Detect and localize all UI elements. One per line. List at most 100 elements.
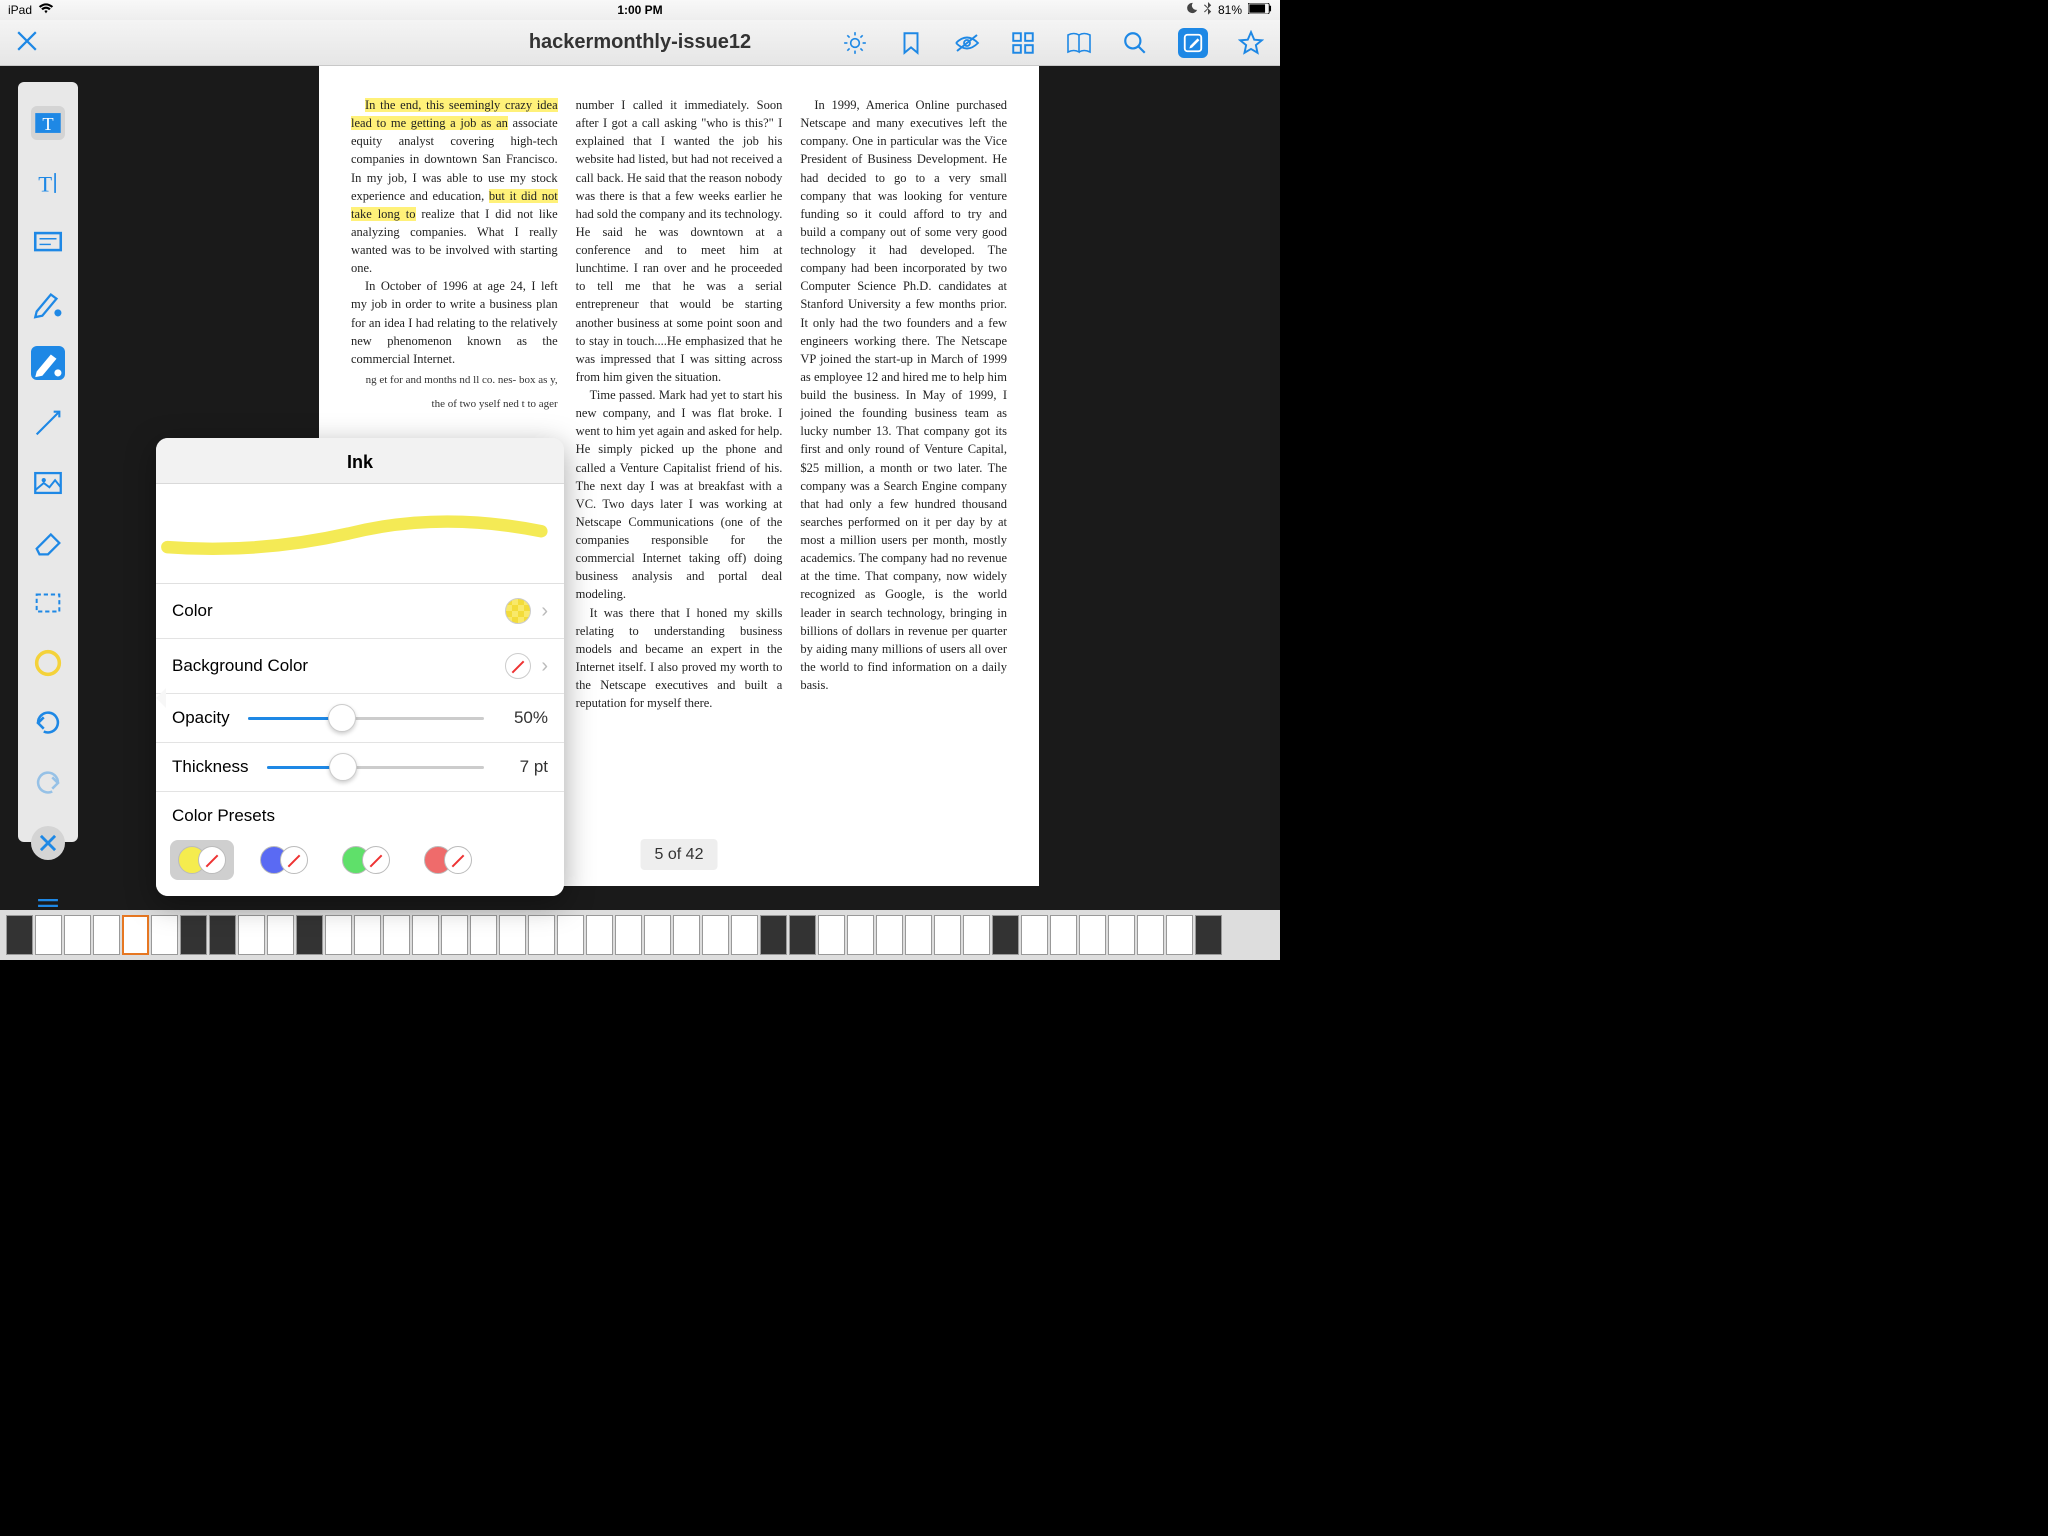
image-tool[interactable] xyxy=(31,466,65,500)
color-tool[interactable] xyxy=(31,646,65,680)
eraser-tool[interactable] xyxy=(31,526,65,560)
selection-tool[interactable] xyxy=(31,586,65,620)
page-thumb[interactable] xyxy=(1079,915,1106,955)
wifi-icon xyxy=(38,3,54,17)
page-thumb[interactable] xyxy=(1021,915,1048,955)
page-thumb[interactable] xyxy=(412,915,439,955)
page-thumb[interactable] xyxy=(180,915,207,955)
presets-label: Color Presets xyxy=(156,792,564,834)
device-label: iPad xyxy=(8,3,32,17)
opacity-value: 50% xyxy=(502,708,548,728)
color-row[interactable]: Color › xyxy=(156,584,564,639)
page-thumb[interactable] xyxy=(1166,915,1193,955)
undo-button[interactable] xyxy=(31,706,65,740)
ink-popover-title: Ink xyxy=(156,438,564,484)
preset-red[interactable] xyxy=(416,840,480,880)
book-icon[interactable] xyxy=(1066,30,1092,56)
page-thumb[interactable] xyxy=(557,915,584,955)
page-thumb[interactable] xyxy=(209,915,236,955)
page-thumb[interactable] xyxy=(6,915,33,955)
page-thumb[interactable] xyxy=(1050,915,1077,955)
page-thumb[interactable] xyxy=(151,915,178,955)
dnd-icon xyxy=(1186,2,1198,17)
page-thumb[interactable] xyxy=(441,915,468,955)
page-thumb[interactable] xyxy=(1137,915,1164,955)
document-title: hackermonthly-issue12 xyxy=(529,31,751,54)
grid-icon[interactable] xyxy=(1010,30,1036,56)
ink-tool[interactable] xyxy=(31,346,65,380)
preset-blue[interactable] xyxy=(252,840,316,880)
close-button[interactable] xyxy=(16,27,38,59)
line-tool[interactable] xyxy=(31,406,65,440)
color-label: Color xyxy=(172,601,213,621)
page-thumb[interactable] xyxy=(963,915,990,955)
thumbnail-strip[interactable] xyxy=(0,910,1280,960)
page-thumb[interactable] xyxy=(934,915,961,955)
battery-icon xyxy=(1248,3,1272,17)
page-thumb[interactable] xyxy=(354,915,381,955)
page-thumb[interactable] xyxy=(847,915,874,955)
page-thumb[interactable] xyxy=(267,915,294,955)
page-thumb[interactable] xyxy=(1108,915,1135,955)
page-thumb-current[interactable] xyxy=(122,915,149,955)
column-3: In 1999, America Online purchased Netsca… xyxy=(800,96,1007,856)
bgcolor-swatch xyxy=(505,653,531,679)
page-thumb[interactable] xyxy=(470,915,497,955)
color-swatch xyxy=(505,598,531,624)
thickness-value: 7 pt xyxy=(502,757,548,777)
ink-popover: Ink Color › Background Color › Opacity xyxy=(156,438,564,896)
thickness-slider[interactable] xyxy=(267,766,484,769)
page-thumb[interactable] xyxy=(615,915,642,955)
bgcolor-label: Background Color xyxy=(172,656,308,676)
page-thumb[interactable] xyxy=(992,915,1019,955)
note-tool[interactable] xyxy=(31,226,65,260)
page-thumb[interactable] xyxy=(818,915,845,955)
page-thumb[interactable] xyxy=(64,915,91,955)
page-thumb[interactable] xyxy=(528,915,555,955)
page-thumb[interactable] xyxy=(93,915,120,955)
thickness-label: Thickness xyxy=(172,757,249,777)
page-thumb[interactable] xyxy=(731,915,758,955)
background-color-row[interactable]: Background Color › xyxy=(156,639,564,694)
page-thumb[interactable] xyxy=(296,915,323,955)
top-toolbar: hackermonthly-issue12 xyxy=(0,20,1280,66)
eye-off-icon[interactable] xyxy=(954,30,980,56)
preset-green[interactable] xyxy=(334,840,398,880)
page-thumb[interactable] xyxy=(760,915,787,955)
star-icon[interactable] xyxy=(1238,30,1264,56)
page-thumb[interactable] xyxy=(702,915,729,955)
opacity-label: Opacity xyxy=(172,708,230,728)
main-area: T T xyxy=(0,66,1280,910)
annotation-toolbar: T T xyxy=(18,82,78,842)
brightness-icon[interactable] xyxy=(842,30,868,56)
page-thumb[interactable] xyxy=(383,915,410,955)
page-thumb[interactable] xyxy=(238,915,265,955)
text-box-tool[interactable]: T xyxy=(31,106,65,140)
page-thumb[interactable] xyxy=(1195,915,1222,955)
menu-button[interactable] xyxy=(31,886,65,920)
clear-button[interactable] xyxy=(31,826,65,860)
redo-button[interactable] xyxy=(31,766,65,800)
clock: 1:00 PM xyxy=(617,3,662,17)
page-thumb[interactable] xyxy=(673,915,700,955)
highlighter-tool[interactable] xyxy=(31,286,65,320)
edit-icon[interactable] xyxy=(1178,28,1208,58)
bookmark-icon[interactable] xyxy=(898,30,924,56)
text-tool[interactable]: T xyxy=(31,166,65,200)
thickness-row: Thickness 7 pt xyxy=(156,743,564,792)
page-thumb[interactable] xyxy=(35,915,62,955)
page-thumb[interactable] xyxy=(586,915,613,955)
page-thumb[interactable] xyxy=(644,915,671,955)
page-thumb[interactable] xyxy=(499,915,526,955)
document-viewport[interactable]: In the end, this seemingly crazy idea le… xyxy=(78,66,1280,910)
preset-yellow[interactable] xyxy=(170,840,234,880)
page-indicator: 5 of 42 xyxy=(641,839,718,870)
battery-pct: 81% xyxy=(1218,3,1242,17)
page-thumb[interactable] xyxy=(325,915,352,955)
search-icon[interactable] xyxy=(1122,30,1148,56)
page-thumb[interactable] xyxy=(876,915,903,955)
page-thumb[interactable] xyxy=(789,915,816,955)
page-thumb[interactable] xyxy=(905,915,932,955)
opacity-slider[interactable] xyxy=(248,717,484,720)
svg-text:T: T xyxy=(42,114,53,134)
